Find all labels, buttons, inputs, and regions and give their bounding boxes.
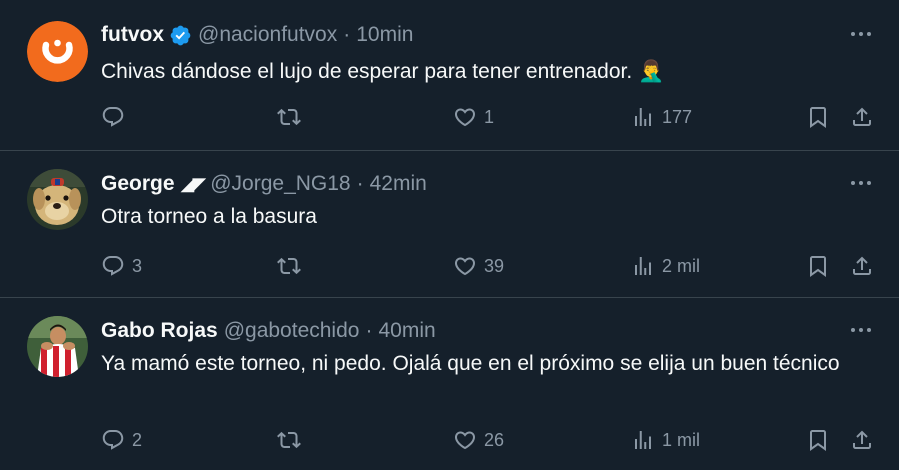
tweet[interactable]: Gabo Rojas @gabotechido · 40min Ya mamó …	[0, 298, 899, 470]
heart-icon	[454, 108, 476, 127]
tweet-text: Otra torneo a la basura	[101, 205, 317, 228]
views-button[interactable]: 1 mil	[631, 425, 700, 455]
views-icon	[635, 431, 651, 449]
handle[interactable]: @Jorge_NG18	[210, 171, 350, 197]
reply-count: 2	[132, 429, 143, 450]
timestamp[interactable]: 42min	[370, 171, 427, 197]
reply-count: 3	[132, 255, 143, 276]
bookmark-icon	[810, 256, 826, 277]
share-button[interactable]	[850, 251, 874, 281]
like-button[interactable]: 26	[453, 425, 504, 455]
retweet-icon	[277, 108, 301, 126]
action-bar: 2 26 1 mil	[101, 425, 881, 455]
retweet-icon	[277, 257, 301, 275]
reply-icon	[102, 256, 124, 276]
share-button[interactable]	[850, 102, 874, 132]
like-button[interactable]: 1	[453, 102, 494, 132]
display-name[interactable]: futvox	[101, 22, 164, 48]
name-emoji: ◢◤	[180, 174, 207, 194]
tweet-header: futvox @nacionfutvox · 10min	[101, 22, 413, 48]
separator-dot: ·	[343, 23, 351, 46]
bookmark-button[interactable]	[806, 251, 830, 281]
avatar-gabo[interactable]	[27, 316, 88, 377]
avatar-george[interactable]	[27, 169, 88, 230]
share-icon	[853, 430, 871, 449]
verified-badge-icon	[169, 24, 192, 47]
tweet-text: Chivas dándose el lujo de esperar para t…	[101, 60, 665, 83]
retweet-button[interactable]	[277, 102, 308, 132]
tweet-header: Gabo Rojas @gabotechido · 40min	[101, 318, 436, 344]
heart-icon	[454, 257, 476, 276]
views-icon	[635, 257, 651, 275]
views-count: 1 mil	[662, 429, 701, 450]
bookmark-button[interactable]	[806, 425, 830, 455]
handle[interactable]: @gabotechido	[224, 318, 360, 344]
handle[interactable]: @nacionfutvox	[198, 22, 337, 48]
bookmark-button[interactable]	[806, 102, 830, 132]
reply-button[interactable]: 3	[101, 251, 142, 281]
display-name[interactable]: Gabo Rojas	[101, 318, 218, 344]
share-button[interactable]	[850, 425, 874, 455]
reply-button[interactable]	[101, 102, 132, 132]
share-icon	[853, 107, 871, 126]
more-icon[interactable]	[849, 324, 873, 336]
reply-feed: futvox @nacionfutvox · 10min Chivas dánd…	[0, 0, 899, 470]
timestamp[interactable]: 40min	[378, 318, 435, 344]
reply-icon	[102, 107, 124, 127]
tweet[interactable]: George ◢◤ @Jorge_NG18 · 42min Otra torne…	[0, 151, 899, 298]
action-bar: 1 177	[101, 102, 881, 132]
avatar-futvox[interactable]	[27, 21, 88, 82]
bookmark-icon	[810, 430, 826, 451]
like-button[interactable]: 39	[453, 251, 504, 281]
retweet-icon	[277, 431, 301, 449]
views-count: 177	[662, 106, 693, 127]
action-bar: 3 39 2 mil	[101, 251, 881, 281]
more-icon[interactable]	[849, 177, 873, 189]
views-icon	[635, 108, 651, 126]
views-count: 2 mil	[662, 255, 701, 276]
separator-dot: ·	[356, 172, 364, 195]
separator-dot: ·	[365, 319, 373, 342]
share-icon	[853, 256, 871, 275]
like-count: 39	[484, 255, 505, 276]
heart-icon	[454, 431, 476, 450]
like-count: 26	[484, 429, 505, 450]
reply-icon	[102, 430, 124, 450]
tweet-header: George ◢◤ @Jorge_NG18 · 42min	[101, 171, 427, 197]
views-button[interactable]: 2 mil	[631, 251, 700, 281]
retweet-button[interactable]	[277, 425, 308, 455]
like-count: 1	[484, 106, 495, 127]
timestamp[interactable]: 10min	[356, 22, 413, 48]
more-icon[interactable]	[849, 28, 873, 40]
reply-button[interactable]: 2	[101, 425, 142, 455]
tweet[interactable]: futvox @nacionfutvox · 10min Chivas dánd…	[0, 0, 899, 151]
display-name[interactable]: George	[101, 171, 175, 197]
bookmark-icon	[810, 107, 826, 128]
tweet-text: Ya mamó este torneo, ni pedo. Ojalá que …	[101, 352, 840, 375]
retweet-button[interactable]	[277, 251, 308, 281]
views-button[interactable]: 177	[631, 102, 692, 132]
